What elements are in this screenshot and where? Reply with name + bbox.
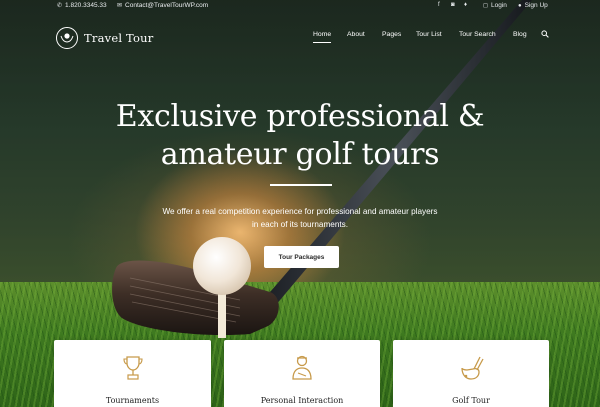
headline-line-1: Exclusive professional & bbox=[115, 99, 485, 134]
feature-card-personal-interaction[interactable]: Personal Interaction bbox=[224, 340, 380, 407]
trophy-icon bbox=[122, 356, 143, 380]
phone-number: 1.820.3345.33 bbox=[65, 2, 107, 9]
phone-contact[interactable]: ✆ 1.820.3345.33 bbox=[57, 2, 107, 9]
nav-item-blog[interactable]: Blog bbox=[513, 31, 527, 38]
nav-item-pages[interactable]: Pages bbox=[382, 31, 401, 38]
feature-card-golf-tour[interactable]: Golf Tour bbox=[393, 340, 549, 407]
nav-item-about[interactable]: About bbox=[347, 31, 365, 38]
feature-card-tournaments[interactable]: Tournaments bbox=[54, 340, 211, 407]
nav-item-tour-search[interactable]: Tour Search bbox=[459, 31, 496, 38]
card-title: Tournaments bbox=[105, 396, 160, 405]
twitter-icon[interactable]: ♦ bbox=[464, 2, 467, 8]
nav-item-home[interactable]: Home bbox=[313, 31, 332, 43]
tour-packages-button[interactable]: Tour Packages bbox=[264, 246, 339, 268]
card-title: Personal Interaction bbox=[260, 396, 344, 405]
flickr-icon[interactable]: ◙ bbox=[451, 2, 455, 8]
login-link[interactable]: ◻ Login bbox=[483, 2, 507, 9]
card-title: Golf Tour bbox=[452, 396, 490, 405]
signup-label: Sign Up bbox=[524, 2, 548, 9]
subtext-line-2: in each of its tournaments. bbox=[251, 220, 349, 229]
headline-line-2: amateur golf tours bbox=[160, 137, 440, 172]
golfer-icon bbox=[292, 355, 312, 380]
signup-link[interactable]: ● Sign Up bbox=[518, 2, 548, 9]
facebook-icon[interactable]: f bbox=[438, 2, 440, 8]
mail-icon: ✉ bbox=[117, 3, 123, 9]
login-label: Login bbox=[490, 2, 507, 9]
hero-headline: Exclusive professional & amateur golf to… bbox=[70, 98, 530, 174]
site-logo[interactable]: Travel Tour bbox=[56, 27, 153, 49]
email-contact[interactable]: ✉ Contact@TravelTourWP.com bbox=[117, 2, 208, 9]
nav-item-tour-list[interactable]: Tour List bbox=[416, 31, 442, 38]
headline-divider bbox=[270, 184, 332, 186]
golf-bag-icon bbox=[461, 356, 484, 380]
user-icon: ● bbox=[518, 2, 522, 9]
login-icon: ◻ bbox=[483, 3, 488, 9]
golf-ball bbox=[193, 237, 251, 295]
top-bar: ✆ 1.820.3345.33 ✉ Contact@TravelTourWP.c… bbox=[0, 0, 600, 14]
hero-subtext: We offer a real competition experience f… bbox=[120, 205, 480, 231]
search-icon[interactable] bbox=[541, 30, 549, 38]
email-address: Contact@TravelTourWP.com bbox=[125, 2, 209, 9]
subtext-line-1: We offer a real competition experience f… bbox=[162, 207, 438, 216]
phone-icon: ✆ bbox=[57, 3, 63, 9]
brand-name: Travel Tour bbox=[84, 31, 154, 45]
logo-emblem-icon bbox=[56, 27, 78, 49]
